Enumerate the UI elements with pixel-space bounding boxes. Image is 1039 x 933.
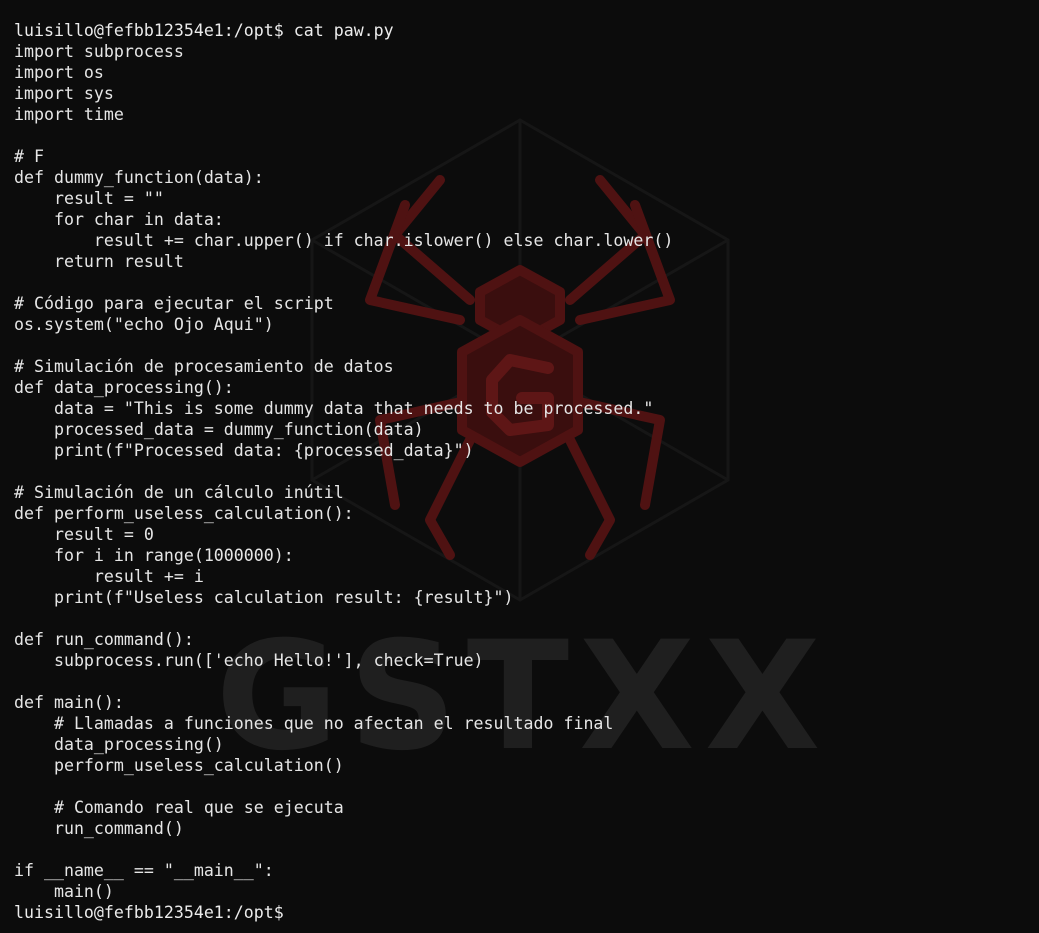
code-line: result += i [14, 567, 204, 586]
code-line: print(f"Useless calculation result: {res… [14, 588, 514, 607]
code-line: perform_useless_calculation() [14, 756, 344, 775]
code-line: result = "" [14, 189, 164, 208]
code-line: import subprocess [14, 42, 184, 61]
code-line: data = "This is some dummy data that nee… [14, 399, 654, 418]
code-line: for char in data: [14, 210, 224, 229]
code-line: subprocess.run(['echo Hello!'], check=Tr… [14, 651, 484, 670]
code-line: # Simulación de procesamiento de datos [14, 357, 394, 376]
terminal-window[interactable]: GSTXX luisillo@fefbb12354e1:/opt$ cat pa… [0, 0, 1039, 933]
code-line: main() [14, 882, 114, 901]
code-line: def perform_useless_calculation(): [14, 504, 354, 523]
code-line: import sys [14, 84, 114, 103]
prompt: luisillo@fefbb12354e1:/opt$ [14, 21, 284, 40]
code-line: # Llamadas a funciones que no afectan el… [14, 714, 614, 733]
code-line: import time [14, 105, 124, 124]
code-line: # Comando real que se ejecuta [14, 798, 344, 817]
code-line: def main(): [14, 693, 124, 712]
code-line: # F [14, 147, 44, 166]
terminal-output[interactable]: luisillo@fefbb12354e1:/opt$ cat paw.py im… [14, 20, 673, 923]
code-line: return result [14, 252, 184, 271]
file-content: import subprocess import os import sys impo… [14, 41, 673, 902]
code-line: for i in range(1000000): [14, 546, 294, 565]
code-line: # Código para ejecutar el script [14, 294, 334, 313]
code-line: run_command() [14, 819, 184, 838]
final-prompt: luisillo@fefbb12354e1:/opt$ [14, 903, 284, 922]
code-line: # Simulación de un cálculo inútil [14, 483, 344, 502]
code-line: result += char.upper() if char.islower()… [14, 231, 674, 250]
code-line: os.system("echo Ojo Aqui") [14, 315, 274, 334]
code-line: data_processing() [14, 735, 224, 754]
code-line: print(f"Processed data: {processed_data}… [14, 441, 474, 460]
code-line: import os [14, 63, 104, 82]
code-line: def run_command(): [14, 630, 194, 649]
code-line: result = 0 [14, 525, 154, 544]
code-line: if __name__ == "__main__": [14, 861, 274, 880]
final-prompt-line[interactable]: luisillo@fefbb12354e1:/opt$ [14, 902, 673, 923]
command-prompt-line: luisillo@fefbb12354e1:/opt$ cat paw.py [14, 20, 673, 41]
code-line: def data_processing(): [14, 378, 234, 397]
command: cat paw.py [293, 21, 394, 40]
code-line: processed_data = dummy_function(data) [14, 420, 424, 439]
code-line: def dummy_function(data): [14, 168, 264, 187]
